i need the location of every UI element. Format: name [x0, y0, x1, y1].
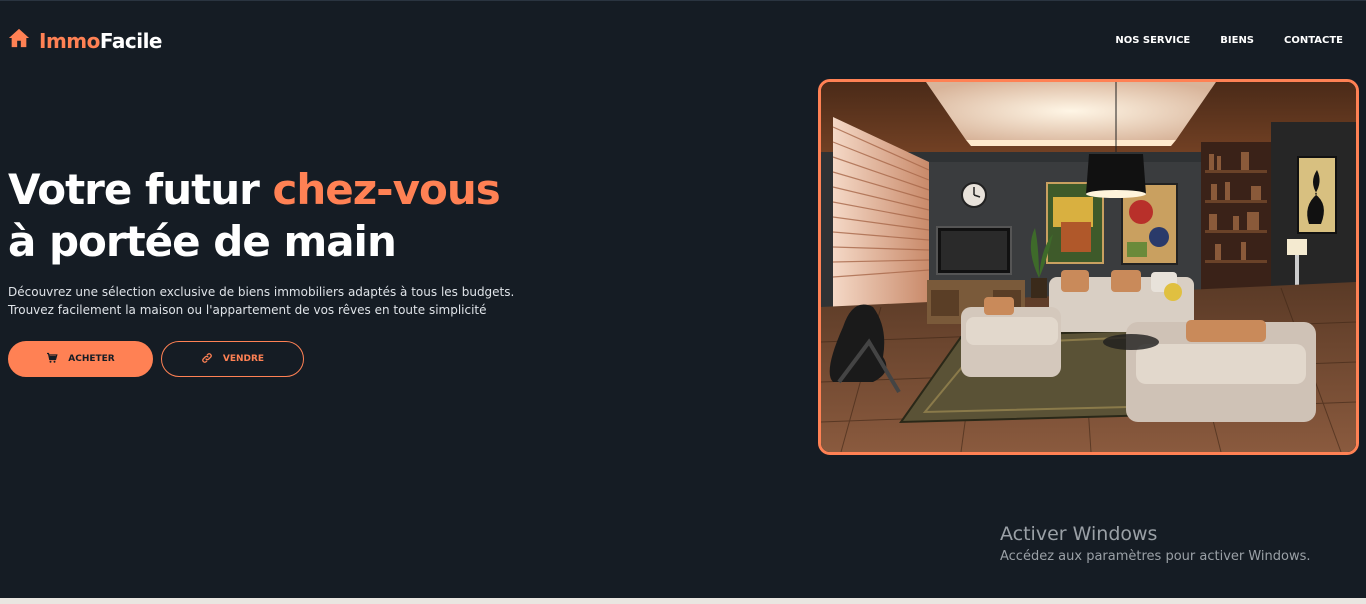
- nav-item-services[interactable]: NOS SERVICE: [1115, 35, 1190, 46]
- windows-activation-title: Activer Windows: [1000, 523, 1158, 545]
- hero-description-line2: Trouvez facilement la maison ou l'appart…: [8, 303, 487, 317]
- hero-description: Découvrez une sélection exclusive de bie…: [8, 283, 568, 319]
- buy-button[interactable]: ACHETER: [8, 341, 153, 377]
- cart-icon: [46, 352, 58, 367]
- link-icon: [201, 352, 213, 367]
- main-nav: NOS SERVICE BIENS CONTACTE: [1115, 35, 1343, 46]
- top-border: [0, 0, 1366, 1]
- hero-title: Votre futur chez-vous à portée de main: [8, 164, 501, 268]
- nav-item-biens[interactable]: BIENS: [1220, 35, 1254, 46]
- logo[interactable]: ImmoFacile: [8, 27, 163, 54]
- hero-title-line2: à portée de main: [8, 217, 397, 266]
- logo-text: ImmoFacile: [39, 28, 163, 53]
- hero-title-prefix: Votre futur: [8, 165, 273, 214]
- living-room-photo: [818, 79, 1359, 455]
- hero-description-line1: Découvrez une sélection exclusive de bie…: [8, 285, 515, 299]
- nav-item-contact[interactable]: CONTACTE: [1284, 35, 1343, 46]
- hero-title-accent: chez-vous: [272, 165, 500, 214]
- sell-button-label: VENDRE: [222, 354, 265, 364]
- home-icon: [8, 27, 30, 54]
- bottom-border: [0, 598, 1366, 604]
- windows-activation-subtitle: Accédez aux paramètres pour activer Wind…: [1000, 549, 1311, 564]
- buy-button-label: ACHETER: [68, 354, 115, 364]
- sell-button[interactable]: VENDRE: [161, 341, 304, 377]
